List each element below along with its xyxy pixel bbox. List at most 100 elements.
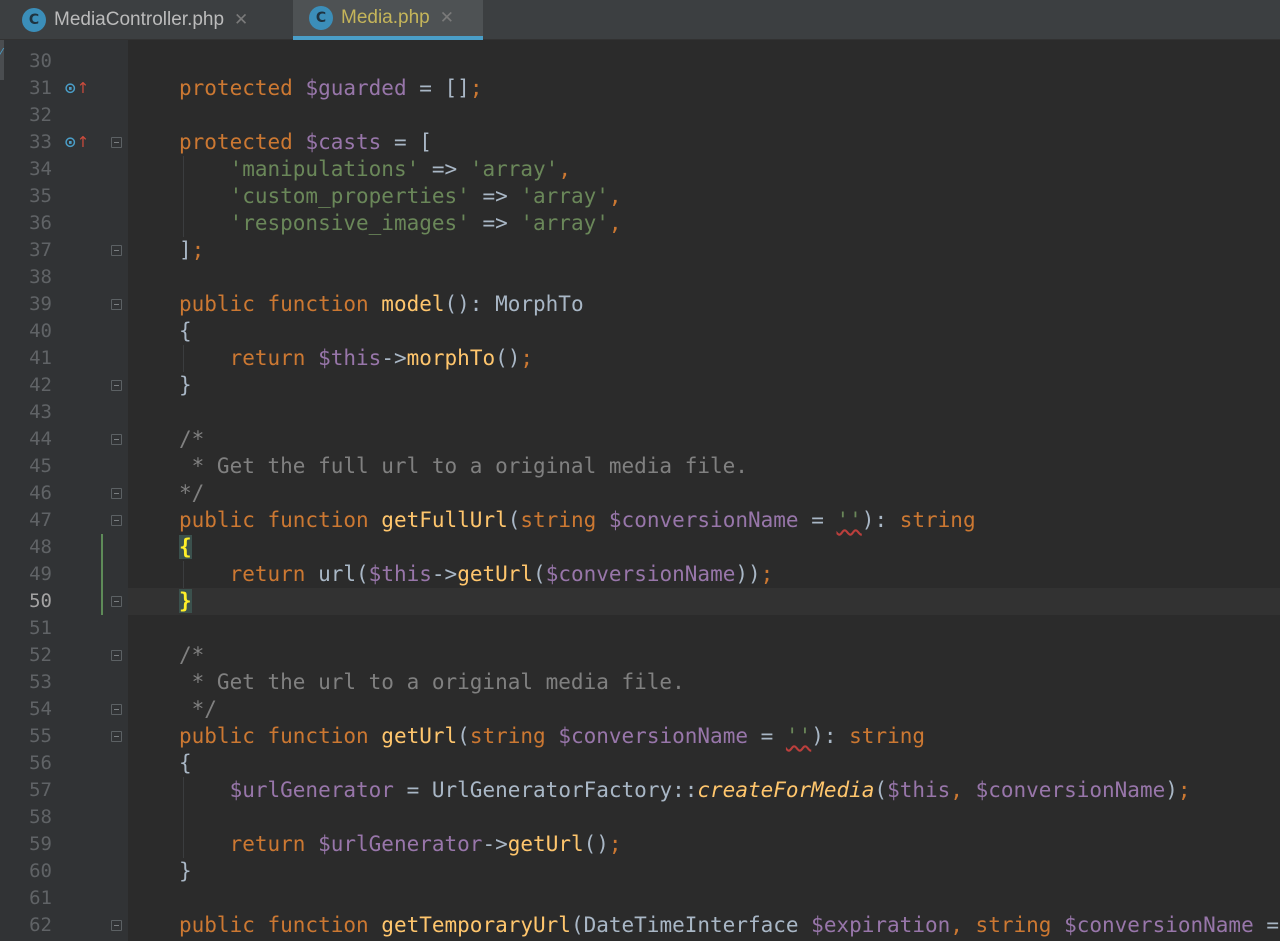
fold-marker-icon[interactable] — [111, 245, 122, 256]
fold-marker-icon[interactable] — [111, 137, 122, 148]
line-number[interactable]: 34 — [0, 156, 52, 183]
code-line[interactable]: 54 */ — [0, 696, 1280, 723]
line-number[interactable]: 47 — [0, 507, 52, 534]
code-text[interactable]: ]; — [179, 237, 204, 264]
line-number[interactable]: 30 — [0, 48, 52, 75]
code-line[interactable]: 45 * Get the full url to a original medi… — [0, 453, 1280, 480]
code-text[interactable]: 'custom_properties' => 'array', — [179, 183, 622, 210]
line-number[interactable]: 54 — [0, 696, 52, 723]
code-text[interactable]: * Get the url to a original media file. — [179, 669, 685, 696]
line-number[interactable]: 51 — [0, 615, 52, 642]
code-line[interactable]: 35 'custom_properties' => 'array', — [0, 183, 1280, 210]
line-number[interactable]: 57 — [0, 777, 52, 804]
line-number[interactable]: 49 — [0, 561, 52, 588]
code-line[interactable]: 55 public function getUrl(string $convers… — [0, 723, 1280, 750]
code-line[interactable]: 37]; — [0, 237, 1280, 264]
code-line[interactable]: 38 — [0, 264, 1280, 291]
code-text[interactable]: public function getUrl(string $conversio… — [179, 723, 925, 750]
code-text[interactable]: protected $casts = [ — [179, 129, 432, 156]
code-line[interactable]: 32 — [0, 102, 1280, 129]
line-number[interactable]: 52 — [0, 642, 52, 669]
code-text[interactable]: * Get the full url to a original media f… — [179, 453, 748, 480]
line-number[interactable]: 33 — [0, 129, 52, 156]
code-text[interactable]: } — [179, 858, 192, 885]
code-line[interactable]: 33 ⊙↑ protected $casts = [ — [0, 129, 1280, 156]
line-number[interactable]: 56 — [0, 750, 52, 777]
line-number[interactable]: 37 — [0, 237, 52, 264]
line-number[interactable]: 61 — [0, 885, 52, 912]
code-text[interactable]: } — [179, 588, 192, 615]
code-line[interactable]: 50} — [0, 588, 1280, 615]
code-text[interactable]: return url($this->getUrl($conversionName… — [179, 561, 774, 588]
override-method-icon[interactable]: ⊙↑ — [64, 129, 89, 156]
code-line[interactable]: 30 — [0, 48, 1280, 75]
code-line[interactable]: 59 return $urlGenerator->getUrl(); — [0, 831, 1280, 858]
line-number[interactable]: 60 — [0, 858, 52, 885]
fold-marker-icon[interactable] — [111, 380, 122, 391]
code-line[interactable]: 62 public function getTemporaryUrl(DateTi… — [0, 912, 1280, 939]
code-line[interactable]: 36 'responsive_images' => 'array', — [0, 210, 1280, 237]
fold-marker-icon[interactable] — [111, 488, 122, 499]
line-number[interactable]: 44 — [0, 426, 52, 453]
code-line[interactable]: 40 { — [0, 318, 1280, 345]
line-number[interactable]: 46 — [0, 480, 52, 507]
line-number[interactable]: 50 — [0, 588, 52, 615]
code-text[interactable]: */ — [179, 696, 217, 723]
code-line[interactable]: 48 { — [0, 534, 1280, 561]
code-line[interactable]: 58 — [0, 804, 1280, 831]
line-number[interactable]: 35 — [0, 183, 52, 210]
code-line[interactable]: 56 { — [0, 750, 1280, 777]
code-text[interactable]: public function getFullUrl(string $conve… — [179, 507, 976, 534]
code-line[interactable]: 34 'manipulations' => 'array', — [0, 156, 1280, 183]
code-line[interactable]: 53 * Get the url to a original media fil… — [0, 669, 1280, 696]
code-line[interactable]: 41 return $this->morphTo(); — [0, 345, 1280, 372]
code-text[interactable]: /* — [179, 426, 204, 453]
code-text[interactable]: return $urlGenerator->getUrl(); — [179, 831, 622, 858]
code-text[interactable]: 'responsive_images' => 'array', — [179, 210, 622, 237]
line-number[interactable]: 32 — [0, 102, 52, 129]
fold-marker-icon[interactable] — [111, 596, 122, 607]
code-text[interactable]: { — [179, 318, 192, 345]
line-number[interactable]: 58 — [0, 804, 52, 831]
code-text[interactable]: } — [179, 372, 192, 399]
line-number[interactable]: 48 — [0, 534, 52, 561]
fold-marker-icon[interactable] — [111, 299, 122, 310]
line-number[interactable]: 36 — [0, 210, 52, 237]
code-text[interactable]: /* — [179, 642, 204, 669]
fold-marker-icon[interactable] — [111, 650, 122, 661]
code-text[interactable]: 'manipulations' => 'array', — [179, 156, 571, 183]
fold-marker-icon[interactable] — [111, 515, 122, 526]
code-text[interactable]: protected $guarded = []; — [179, 75, 482, 102]
code-text[interactable]: { — [179, 750, 192, 777]
line-number[interactable]: 55 — [0, 723, 52, 750]
code-text[interactable]: public function model(): MorphTo — [179, 291, 584, 318]
code-line[interactable]: 51 — [0, 615, 1280, 642]
override-method-icon[interactable]: ⊙↑ — [64, 75, 89, 102]
code-line[interactable]: 52 /* — [0, 642, 1280, 669]
line-number[interactable]: 62 — [0, 912, 52, 939]
code-line[interactable]: 60} — [0, 858, 1280, 885]
line-number[interactable]: 40 — [0, 318, 52, 345]
code-line[interactable]: 42} — [0, 372, 1280, 399]
line-number[interactable]: 45 — [0, 453, 52, 480]
close-icon[interactable]: ✕ — [440, 8, 454, 28]
fold-marker-icon[interactable] — [111, 731, 122, 742]
code-line[interactable]: 39 public function model(): MorphTo — [0, 291, 1280, 318]
code-text[interactable]: */ — [179, 480, 204, 507]
code-line[interactable]: 61 — [0, 885, 1280, 912]
line-number[interactable]: 53 — [0, 669, 52, 696]
code-line[interactable]: 31 ⊙↑ protected $guarded = []; — [0, 75, 1280, 102]
code-line[interactable]: 57 $urlGenerator = UrlGeneratorFactory::… — [0, 777, 1280, 804]
code-text[interactable]: { — [179, 534, 192, 561]
line-number[interactable]: 41 — [0, 345, 52, 372]
fold-marker-icon[interactable] — [111, 920, 122, 931]
code-text[interactable]: public function getTemporaryUrl(DateTime… — [179, 912, 1279, 939]
code-text[interactable]: return $this->morphTo(); — [179, 345, 534, 372]
code-line[interactable]: 47 public function getFullUrl(string $con… — [0, 507, 1280, 534]
close-icon[interactable]: ✕ — [234, 10, 248, 30]
fold-marker-icon[interactable] — [111, 704, 122, 715]
line-number[interactable]: 43 — [0, 399, 52, 426]
code-line[interactable]: 44 /* — [0, 426, 1280, 453]
code-line[interactable]: 49 return url($this->getUrl($conversionN… — [0, 561, 1280, 588]
line-number[interactable]: 42 — [0, 372, 52, 399]
